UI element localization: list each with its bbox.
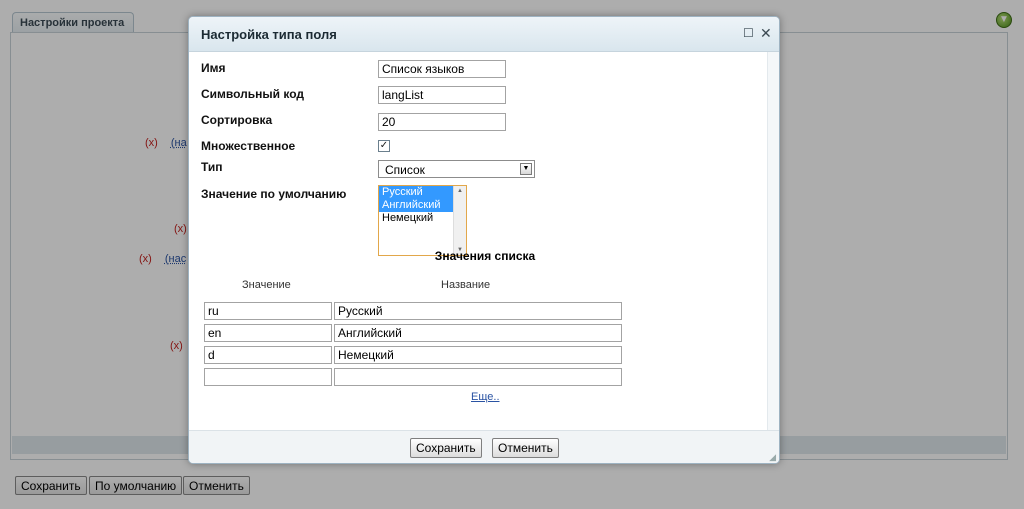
multiple-label: Множественное [201, 139, 296, 153]
column-header-name: Название [441, 279, 491, 291]
more-rows-link[interactable]: Еще.. [471, 391, 500, 403]
resize-grip-icon[interactable]: ◢ [769, 452, 776, 463]
value-input-3[interactable] [204, 346, 332, 364]
multiple-checkbox[interactable]: ✓ [378, 140, 390, 152]
scroll-up-icon[interactable]: ▲ [454, 188, 466, 194]
field-type-dialog: Настройка типа поля ☐ ✕ Имя Символьный к… [188, 16, 780, 464]
dialog-save-button[interactable]: Сохранить [410, 438, 482, 458]
name-input-2[interactable] [334, 324, 622, 342]
type-label: Тип [201, 160, 223, 174]
dialog-footer: Сохранить Отменить ◢ [189, 430, 779, 463]
dialog-cancel-button[interactable]: Отменить [492, 438, 559, 458]
value-input-4[interactable] [204, 368, 332, 386]
chevron-down-icon[interactable]: ▼ [520, 163, 532, 175]
close-icon[interactable]: ✕ [760, 25, 772, 42]
type-select-value: Список [385, 163, 425, 177]
column-header-value: Значение [242, 279, 291, 291]
dialog-header[interactable]: Настройка типа поля ☐ ✕ [189, 17, 779, 52]
name-input-1[interactable] [334, 302, 622, 320]
default-value-label: Значение по умолчанию [201, 187, 347, 201]
sort-label: Сортировка [201, 113, 273, 127]
list-values-title: Значения списка [434, 249, 536, 263]
name-input-3[interactable] [334, 346, 622, 364]
default-value-listbox[interactable]: Русский Английский Немецкий ▲ ▼ [378, 185, 467, 256]
value-input-1[interactable] [204, 302, 332, 320]
code-input[interactable] [378, 86, 506, 104]
name-input-4[interactable] [334, 368, 622, 386]
code-label: Символьный код [201, 87, 305, 101]
maximize-icon[interactable]: ☐ [743, 26, 754, 40]
dialog-scrollbar[interactable] [767, 52, 779, 430]
name-label: Имя [201, 61, 226, 75]
listbox-scrollbar[interactable]: ▲ ▼ [453, 186, 466, 255]
sort-input[interactable] [378, 113, 506, 131]
value-input-2[interactable] [204, 324, 332, 342]
dialog-title: Настройка типа поля [201, 27, 337, 42]
dialog-body: Имя Символьный код Сортировка Множествен… [189, 52, 769, 430]
name-input[interactable] [378, 60, 506, 78]
type-select[interactable]: Список ▼ [378, 160, 535, 178]
